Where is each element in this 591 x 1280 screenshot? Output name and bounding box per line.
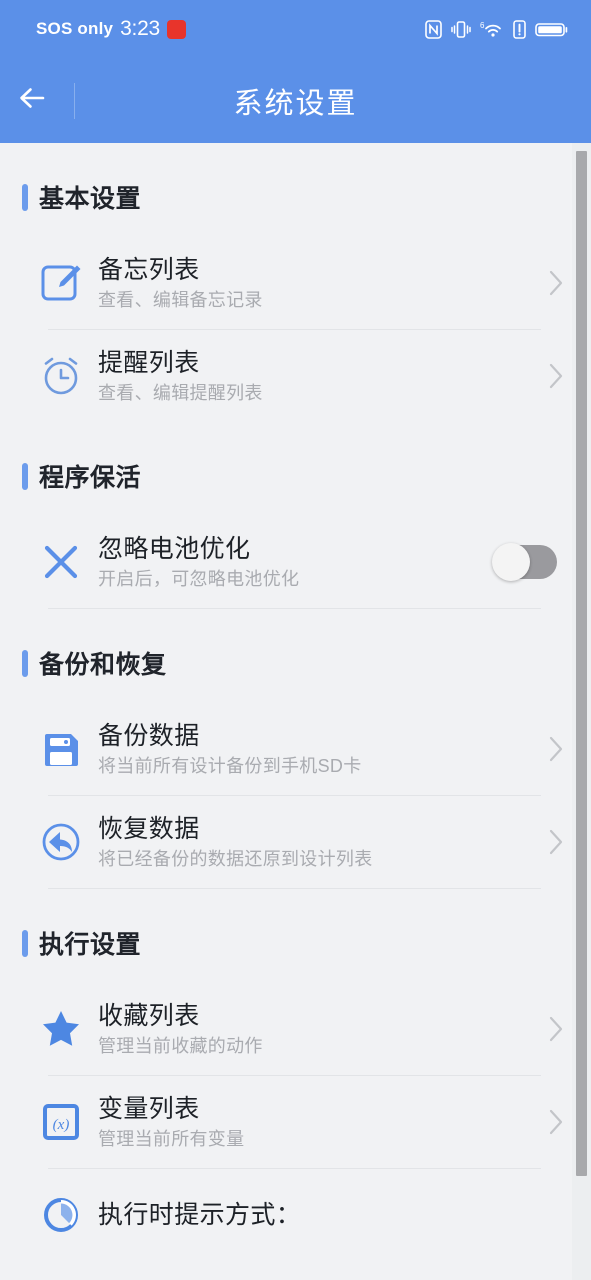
chevron-right-icon [531,1014,565,1044]
variable-icon: (x) [24,1098,98,1146]
row-title: 忽略电池优化 [98,534,251,563]
back-button[interactable] [0,81,74,120]
wifi-6-icon: 6 [480,20,504,39]
section-title: 程序保活 [39,464,142,492]
row-subtitle: 管理当前所有变量 [98,1128,245,1149]
section-title: 基本设置 [39,185,142,213]
row-title: 备忘列表 [98,255,200,284]
section-title: 备份和恢复 [39,651,167,679]
row-favorites-list[interactable]: 收藏列表 管理当前收藏的动作 [0,983,591,1075]
row-ignore-battery-optimization[interactable]: 忽略电池优化 开启后，可忽略电池优化 [0,516,591,608]
row-restore-data[interactable]: 恢复数据 将已经备份的数据还原到设计列表 [0,796,591,888]
svg-text:6: 6 [480,21,485,30]
star-icon [24,1005,98,1053]
gauge-icon [24,1191,98,1239]
section-backup-restore: 备份和恢复 备份数据 将当前所有设计备份到手机SD卡 恢复数据 将已经备份的数据… [0,609,591,889]
signal-alert-icon [513,19,526,39]
row-text: 备份数据 将当前所有设计备份到手机SD卡 [98,722,531,776]
restore-arrow-icon [24,818,98,866]
row-subtitle: 将当前所有设计备份到手机SD卡 [98,755,362,776]
section-execution-settings: 执行设置 收藏列表 管理当前收藏的动作 (x) 变量列表 管理当前所有变量 执行… [0,889,591,1261]
chevron-right-icon [531,827,565,857]
row-subtitle: 开启后，可忽略电池优化 [98,568,300,589]
row-subtitle: 查看、编辑备忘记录 [98,289,263,310]
section-accent-bar-icon [22,649,28,677]
row-text: 收藏列表 管理当前收藏的动作 [98,1002,531,1056]
nfc-icon [425,19,442,39]
scrollbar-thumb[interactable] [576,151,587,1176]
row-subtitle: 管理当前收藏的动作 [98,1035,263,1056]
row-text: 备忘列表 查看、编辑备忘记录 [98,256,531,310]
settings-scroll-area[interactable]: 基本设置 备忘列表 查看、编辑备忘记录 提醒列表 查看、编辑提醒列表 程序保活 … [0,143,591,1280]
appbar-divider [74,82,75,119]
status-bar: SOS only 3:23 6 [0,0,591,58]
battery-icon [535,20,569,39]
section-title: 执行设置 [39,931,142,959]
section-accent-bar-icon [22,929,28,957]
row-text: 执行时提示方式： [98,1201,565,1230]
section-header: 程序保活 [0,422,591,516]
svg-text:(x): (x) [53,1117,70,1133]
floppy-disk-icon [24,725,98,773]
ignore-battery-optimization-toggle[interactable] [492,543,557,581]
section-keep-alive: 程序保活 忽略电池优化 开启后，可忽略电池优化 [0,422,591,609]
app-notification-badge-icon [166,19,186,39]
page-title: 系统设置 [233,87,358,120]
row-subtitle: 查看、编辑提醒列表 [98,382,263,403]
chevron-right-icon [531,734,565,764]
app-bar: 系统设置 [0,58,591,143]
row-memo-list[interactable]: 备忘列表 查看、编辑备忘记录 [0,237,591,329]
section-basic-settings: 基本设置 备忘列表 查看、编辑备忘记录 提醒列表 查看、编辑提醒列表 [0,143,591,422]
row-text: 变量列表 管理当前所有变量 [98,1095,531,1149]
row-text: 恢复数据 将已经备份的数据还原到设计列表 [98,815,531,869]
carrier-label: SOS only [36,19,114,38]
status-bar-left: SOS only 3:23 [36,17,186,41]
chevron-right-icon [531,268,565,298]
section-accent-bar-icon [22,183,28,211]
section-header: 备份和恢复 [0,609,591,703]
chevron-right-icon [531,361,565,391]
section-accent-bar-icon [22,462,28,490]
row-execution-prompt-mode[interactable]: 执行时提示方式： [0,1169,591,1261]
scrollbar-track[interactable] [572,143,591,1280]
row-text: 忽略电池优化 开启后，可忽略电池优化 [98,535,495,589]
cross-icon [24,538,98,586]
row-backup-data[interactable]: 备份数据 将当前所有设计备份到手机SD卡 [0,703,591,795]
row-text: 提醒列表 查看、编辑提醒列表 [98,349,531,403]
toggle-knob [492,543,530,581]
row-variable-list[interactable]: (x) 变量列表 管理当前所有变量 [0,1076,591,1168]
section-header: 基本设置 [0,143,591,237]
alarm-clock-icon [24,352,98,400]
back-arrow-icon [17,81,57,120]
status-bar-right: 6 [425,19,569,39]
clock-label: 3:23 [120,17,160,40]
bottom-spacer [0,1261,591,1280]
edit-note-icon [24,259,98,307]
row-title: 恢复数据 [98,814,200,843]
vibrate-icon [451,20,471,39]
row-subtitle: 将已经备份的数据还原到设计列表 [98,848,373,869]
row-title: 备份数据 [98,721,200,750]
row-title: 变量列表 [98,1094,200,1123]
chevron-right-icon [531,1107,565,1137]
section-header: 执行设置 [0,889,591,983]
row-title: 收藏列表 [98,1001,200,1030]
row-title: 执行时提示方式： [98,1200,302,1229]
row-title: 提醒列表 [98,348,200,377]
row-reminder-list[interactable]: 提醒列表 查看、编辑提醒列表 [0,330,591,422]
